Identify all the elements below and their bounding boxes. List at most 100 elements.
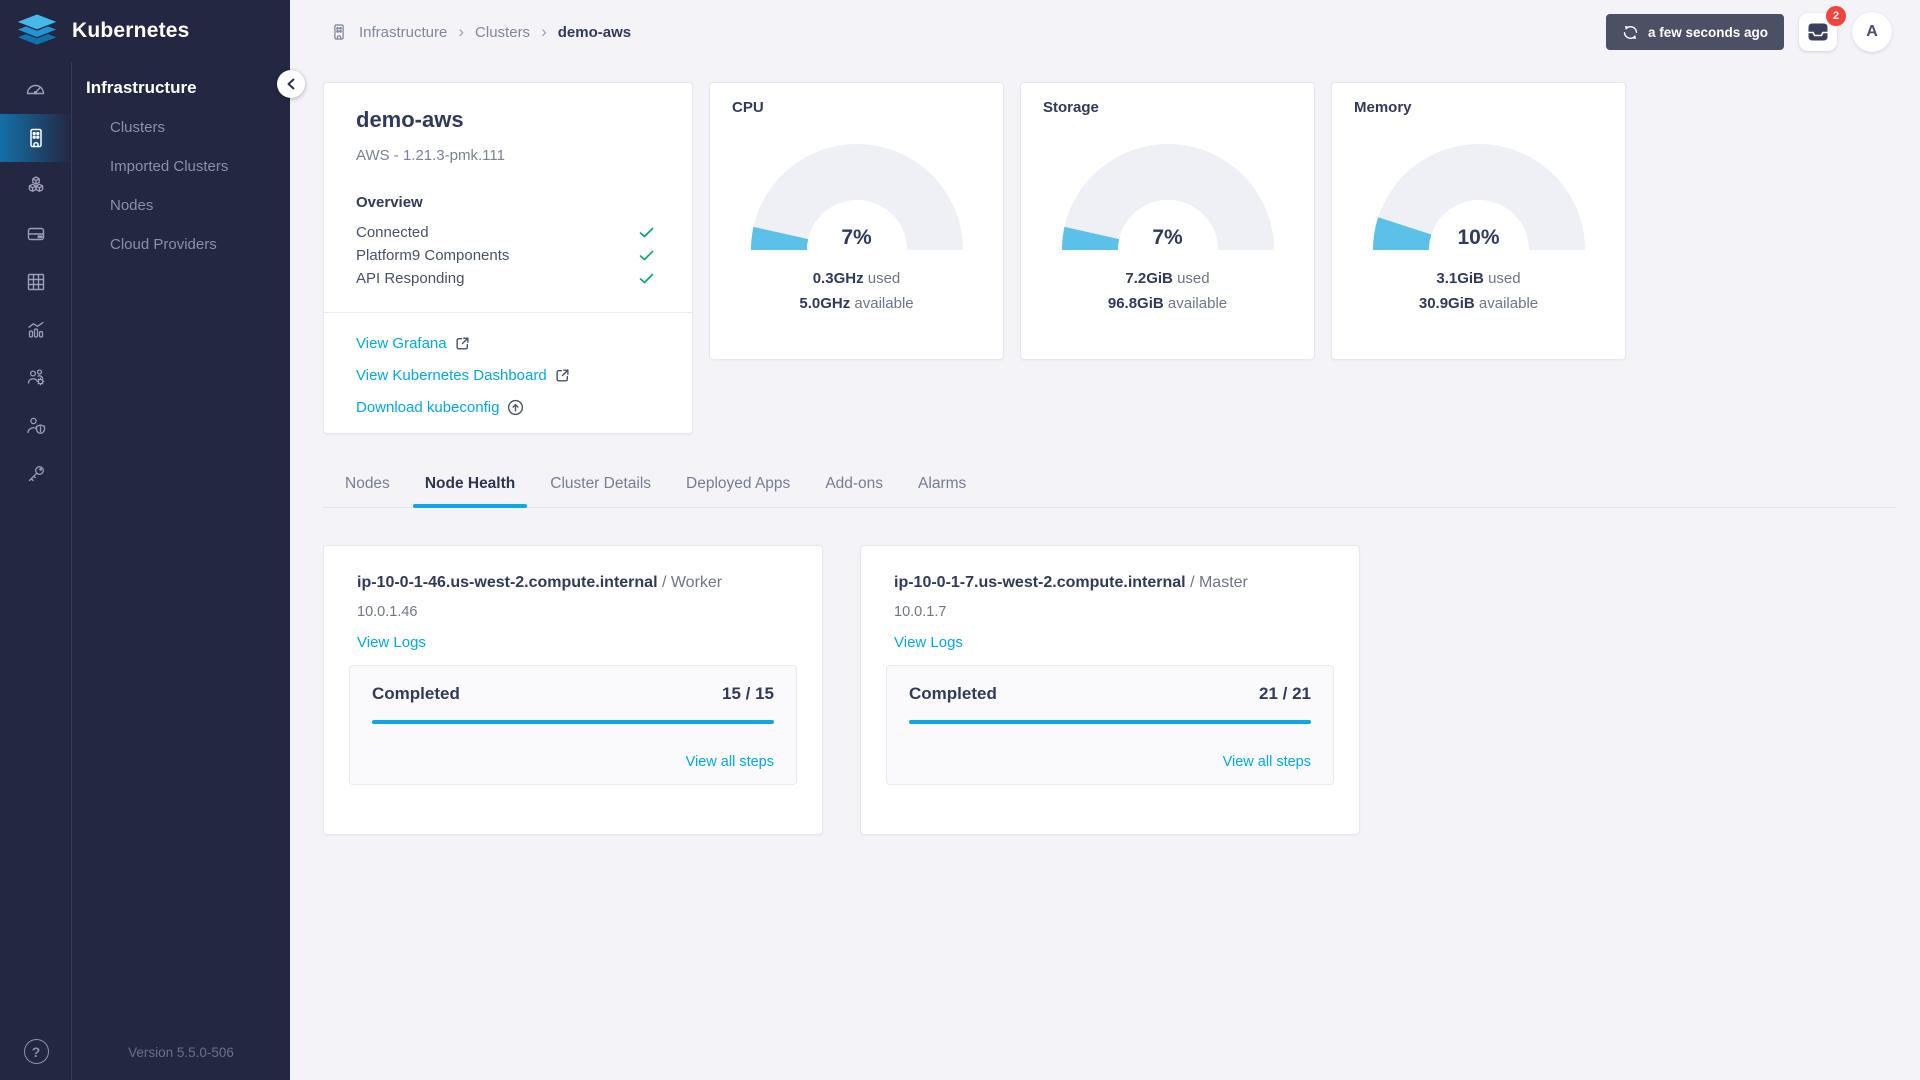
download-kubeconfig-link[interactable]: Download kubeconfig (356, 399, 524, 416)
sidebar-item-imported-clusters[interactable]: Imported Clusters (72, 147, 290, 186)
steps-count: 15 / 15 (722, 684, 774, 703)
refresh-button[interactable]: a few seconds ago (1605, 14, 1784, 50)
rail-item-apps[interactable] (0, 162, 71, 210)
notification-count-badge: 2 (1826, 6, 1846, 26)
steps-status-label: Completed (372, 684, 460, 703)
api-key-icon (28, 466, 44, 482)
breadcrumb: Infrastructure › Clusters › demo-aws (330, 22, 1606, 42)
dashboard-gauge-icon (26, 84, 45, 94)
rail-item-user-management[interactable] (0, 354, 71, 402)
check-row-connected: Connected (356, 221, 654, 244)
view-kubernetes-dashboard-link[interactable]: View Kubernetes Dashboard (356, 367, 570, 384)
cpu-gauge: 7% (749, 142, 965, 250)
kubernetes-layers-logo-icon (14, 13, 60, 47)
node-ip: 10.0.1.46 (357, 604, 418, 620)
steps-progress-bar (372, 720, 774, 724)
node-ip: 10.0.1.7 (894, 604, 947, 620)
sidebar-item-nodes[interactable]: Nodes (72, 186, 290, 225)
tab-node-health[interactable]: Node Health (412, 465, 528, 508)
view-all-steps-link[interactable]: View all steps (1223, 754, 1311, 770)
view-logs-link[interactable]: View Logs (357, 634, 426, 651)
app-logo[interactable]: Kubernetes (0, 0, 290, 62)
cluster-tabs: Nodes Node Health Cluster Details Deploy… (323, 465, 1896, 508)
avatar[interactable]: A (1852, 12, 1892, 52)
rail-item-dashboard[interactable] (0, 66, 71, 114)
hosts-server-icon (27, 227, 44, 241)
node-card-worker: ip-10-0-1-46.us-west-2.compute.internal … (323, 545, 823, 835)
rail-item-access-control[interactable] (0, 402, 71, 450)
check-icon (639, 250, 654, 261)
cluster-summary-card: demo-aws AWS - 1.21.3-pmk.111 Overview C… (323, 82, 693, 434)
sidebar-item-cloud-providers[interactable]: Cloud Providers (72, 225, 290, 264)
tab-nodes[interactable]: Nodes (333, 465, 402, 507)
chevron-left-icon (287, 78, 295, 90)
node-steps-panel: Completed 21 / 21 View all steps (886, 665, 1334, 785)
upload-circle-icon (508, 399, 524, 416)
memory-gauge: 10% (1371, 142, 1587, 250)
rail-item-workloads[interactable] (0, 258, 71, 306)
storage-usage-card: Storage 7% 7.2GiB used 96.8GiB available (1020, 82, 1315, 360)
refresh-icon (1623, 25, 1638, 39)
tab-deployed-apps[interactable]: Deployed Apps (674, 465, 802, 507)
node-hostname: ip-10-0-1-7.us-west-2.compute.internal (894, 574, 1186, 591)
gauge-stats: 0.3GHz used 5.0GHz available (799, 270, 914, 312)
top-bar: Infrastructure › Clusters › demo-aws a f… (290, 0, 1920, 64)
external-link-icon (556, 369, 569, 382)
last-refreshed-label: a few seconds ago (1647, 24, 1768, 40)
cpu-usage-card: CPU 7% 0.3GHz used 5.0GHz available (709, 82, 1004, 360)
infrastructure-building-icon (334, 24, 344, 40)
icon-rail: ? (0, 62, 72, 1080)
view-logs-link[interactable]: View Logs (894, 634, 963, 651)
external-link-icon (456, 337, 469, 350)
breadcrumb-infrastructure[interactable]: Infrastructure (359, 24, 447, 41)
workloads-grid-icon (27, 273, 44, 291)
node-role: / Master (1190, 574, 1248, 591)
sidebar: Kubernetes ? Infrastructure Clusters Imp… (0, 0, 290, 1080)
sidebar-collapse-button[interactable] (277, 70, 305, 98)
tab-cluster-details[interactable]: Cluster Details (538, 465, 663, 507)
storage-gauge: 7% (1060, 142, 1276, 250)
node-role: / Worker (661, 574, 723, 591)
user-management-icon (27, 369, 44, 386)
gauge-title-storage: Storage (1043, 99, 1099, 116)
cluster-name: demo-aws (356, 107, 464, 132)
check-icon (639, 227, 654, 238)
steps-progress-bar (909, 720, 1311, 724)
gauge-title-memory: Memory (1354, 99, 1412, 116)
gauge-stats: 3.1GiB used 30.9GiB available (1418, 270, 1539, 312)
breadcrumb-clusters[interactable]: Clusters (475, 24, 530, 41)
gauge-percent-label: 7% (1152, 226, 1183, 249)
check-icon (639, 273, 654, 284)
help-icon[interactable]: ? (23, 1039, 49, 1064)
steps-count: 21 / 21 (1259, 684, 1311, 703)
check-row-api-responding: API Responding (356, 267, 654, 290)
rail-item-hosts[interactable] (0, 210, 71, 258)
breadcrumb-current: demo-aws (557, 23, 632, 41)
sidebar-item-clusters[interactable]: Clusters (72, 108, 290, 147)
gauge-stats: 7.2GiB used 96.8GiB available (1107, 270, 1228, 312)
rail-item-monitoring[interactable] (0, 306, 71, 354)
inbox-tray-icon (1808, 23, 1828, 41)
view-all-steps-link[interactable]: View all steps (686, 754, 774, 770)
node-steps-panel: Completed 15 / 15 View all steps (349, 665, 797, 785)
rail-item-api-access[interactable] (0, 450, 71, 498)
monitoring-chart-icon (27, 321, 44, 338)
memory-usage-card: Memory 10% 3.1GiB used 30.9GiB available (1331, 82, 1626, 360)
tab-alarms[interactable]: Alarms (906, 465, 978, 507)
gauge-percent-label: 10% (1457, 226, 1500, 249)
gauge-percent-label: 7% (841, 226, 872, 249)
product-name: Kubernetes (72, 19, 190, 42)
sidebar-section-title: Infrastructure (86, 78, 197, 97)
version-label: Version 5.5.0-506 (128, 1045, 234, 1060)
node-hostname: ip-10-0-1-46.us-west-2.compute.internal (357, 574, 658, 591)
gauge-title-cpu: CPU (732, 99, 764, 116)
notifications-button[interactable]: 2 (1799, 6, 1846, 51)
tab-add-ons[interactable]: Add-ons (813, 465, 895, 507)
sidebar-panel: Infrastructure Clusters Imported Cluster… (72, 62, 290, 1080)
chevron-right-icon: › (458, 22, 465, 41)
cluster-subtitle: AWS - 1.21.3-pmk.111 (356, 147, 505, 164)
check-row-platform9-components: Platform9 Components (356, 244, 654, 267)
chevron-right-icon: › (541, 22, 547, 41)
view-grafana-link[interactable]: View Grafana (356, 335, 470, 352)
rail-item-infrastructure[interactable] (0, 114, 71, 162)
